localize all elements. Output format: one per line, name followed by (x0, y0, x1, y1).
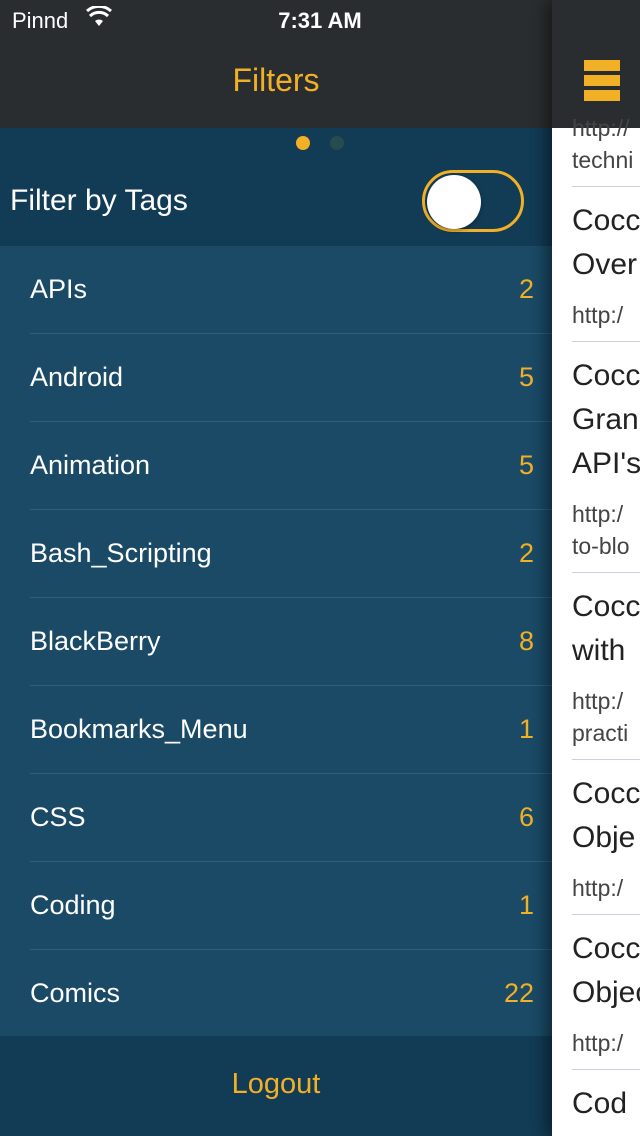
tag-list: APIs 2 Android 5 Animation 5 Bash_Scripting 2 Bl… (0, 246, 552, 1038)
tag-name: Coding (30, 890, 116, 920)
page-dot (330, 136, 344, 150)
content-panel[interactable]: http:// techni Cocc Over http:/ Cocc Gran API's… (552, 0, 640, 1136)
bookmark-title: Obje (572, 821, 636, 854)
tag-name: Animation (30, 450, 151, 480)
tag-row[interactable]: APIs 2 (0, 246, 552, 334)
tag-name: APIs (30, 274, 88, 304)
tag-count: 2 (518, 274, 534, 304)
bookmark-url: http:/ (572, 875, 624, 901)
tag-row[interactable]: Bookmarks_Menu 1 (0, 686, 552, 774)
tag-row[interactable]: BlackBerry 8 (0, 598, 552, 686)
tag-row[interactable]: Bash_Scripting 2 (0, 510, 552, 598)
bookmark-title: Objec (572, 976, 640, 1009)
bookmark-entry[interactable]: Cocc with http:/ practi (572, 573, 640, 760)
bookmark-title: Gran (572, 403, 639, 436)
tag-count: 6 (518, 802, 534, 832)
page-dot-active (296, 136, 310, 150)
bookmark-title: Cocc (572, 777, 640, 810)
bookmark-list: http:// techni Cocc Over http:/ Cocc Gran API's… (552, 115, 640, 1136)
tag-name: Comics (30, 978, 121, 1008)
tag-count: 5 (518, 450, 534, 480)
logout-button[interactable]: Logout (0, 1068, 552, 1101)
bookmark-entry[interactable]: Cocc Gran API's http:/ to-blo (572, 342, 640, 573)
tag-name: Bookmarks_Menu (30, 714, 248, 744)
tag-name: BlackBerry (30, 626, 161, 656)
tag-count: 8 (518, 626, 534, 656)
bookmark-url: to-blo (572, 533, 630, 559)
bookmark-entry[interactable]: http:// techni (572, 112, 640, 187)
tag-count: 22 (503, 978, 534, 1008)
bookmark-title: Cocc (572, 932, 640, 965)
filter-by-tags-label: Filter by Tags (10, 184, 188, 217)
bookmark-url: http:/ (572, 688, 624, 714)
clock: 7:31 AM (278, 8, 362, 33)
tag-count: 1 (518, 890, 534, 920)
status-bar: Pinnd 7:31 AM (0, 0, 640, 40)
nav-title: Filters (232, 62, 320, 98)
filter-menu-panel: Filter by Tags APIs 2 Android 5 Animation 5 Ba… (0, 128, 552, 1136)
bookmark-title: Cocc (572, 204, 640, 237)
bookmark-title: Cocc (572, 590, 640, 623)
bookmark-url: http:// (572, 115, 630, 141)
bookmark-entry[interactable]: Cocc Over http:/ (572, 187, 640, 342)
top-bar: Pinnd 7:31 AM Filters (0, 0, 640, 128)
tag-row[interactable]: Animation 5 (0, 422, 552, 510)
tag-count: 5 (518, 362, 534, 392)
toggle-knob (427, 175, 481, 229)
filter-header: Filter by Tags (0, 128, 552, 246)
bookmark-url: http:/ (572, 1030, 624, 1056)
hamburger-menu-icon[interactable] (584, 60, 620, 102)
bookmark-entry[interactable]: Cocc Objec http:/ (572, 915, 640, 1070)
footer-bar: Logout (0, 1036, 552, 1136)
bookmark-title: Over (572, 248, 638, 281)
tag-row[interactable]: CSS 6 (0, 774, 552, 862)
bookmark-entry[interactable]: Cod (572, 1070, 640, 1136)
tag-row[interactable]: Coding 1 (0, 862, 552, 950)
bookmark-url: http:/ (572, 302, 624, 328)
filter-toggle[interactable] (422, 170, 524, 232)
bookmark-url: practi (572, 720, 629, 746)
tag-name: Android (30, 362, 124, 392)
bookmark-title: with (572, 634, 626, 667)
bookmark-title: Cod (572, 1087, 628, 1120)
tag-name: CSS (30, 802, 86, 832)
bookmark-url: techni (572, 147, 634, 173)
tag-name: Bash_Scripting (30, 538, 212, 568)
content-nav-bar (552, 0, 640, 128)
page-indicator[interactable] (0, 136, 552, 152)
tag-count: 1 (518, 714, 534, 744)
tag-row[interactable]: Comics 22 (0, 950, 552, 1038)
bookmark-url: http:/ (572, 501, 624, 527)
tag-row[interactable]: Android 5 (0, 334, 552, 422)
bookmark-entry[interactable]: Cocc Obje http:/ (572, 760, 640, 915)
bookmark-title: Cocc (572, 359, 640, 392)
bookmark-title: API's (572, 447, 640, 480)
tag-count: 2 (518, 538, 534, 568)
